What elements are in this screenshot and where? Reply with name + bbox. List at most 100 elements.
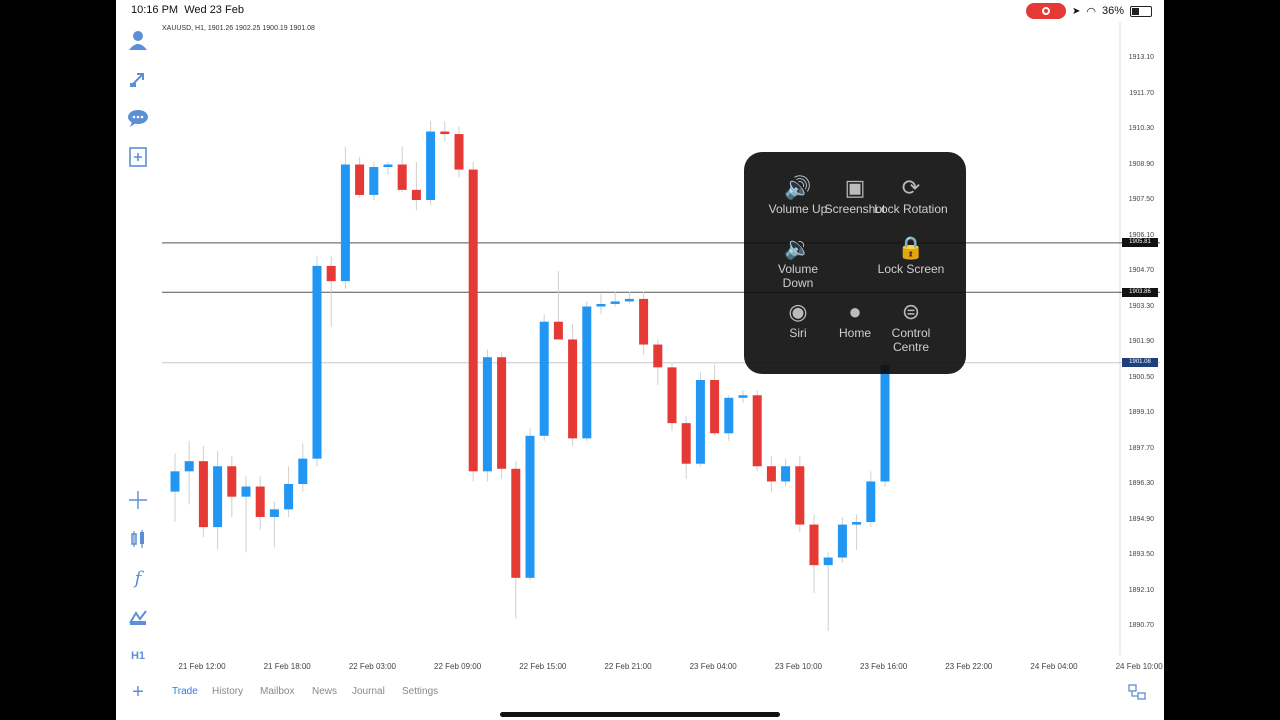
candle-body (667, 367, 677, 424)
tab-settings[interactable]: Settings (402, 686, 438, 697)
chat-icon[interactable] (126, 106, 150, 130)
candle (326, 255, 336, 327)
price-chart[interactable] (116, 0, 1164, 682)
y-tick-label: 1897.70 (1128, 444, 1154, 452)
lock-screen-button[interactable]: 🔒 Lock Screen (874, 234, 948, 276)
y-tick-label: 1911.70 (1129, 89, 1154, 97)
home-label: Home (838, 326, 871, 340)
tab-mailbox[interactable]: Mailbox (260, 686, 294, 697)
candle-body (497, 357, 507, 469)
lock-screen-icon: 🔒 (897, 235, 925, 260)
tab-trade[interactable]: Trade (172, 686, 198, 697)
candle (823, 552, 833, 632)
candle-body (241, 486, 251, 497)
x-tick-label: 21 Feb 18:00 (263, 662, 311, 671)
plus-icon[interactable]: + (126, 680, 150, 704)
candle (497, 352, 507, 479)
bottom-tab-bar: + Trade History Mailbox News Journal Set… (116, 680, 1164, 705)
y-tick-label: 1907.50 (1128, 196, 1154, 203)
candle (355, 156, 365, 198)
y-tick-label: 1900.50 (1128, 373, 1154, 381)
candle (624, 291, 634, 304)
home-indicator[interactable] (500, 712, 780, 717)
y-tick-label: 1899.10 (1128, 409, 1154, 416)
crosshair-icon[interactable] (126, 488, 150, 512)
candle (695, 372, 705, 467)
candle-body (198, 461, 208, 528)
candle-body (568, 339, 578, 439)
candle-body (681, 423, 691, 464)
candle (752, 390, 762, 472)
candle (298, 443, 308, 492)
candle (866, 471, 876, 528)
candle (610, 291, 620, 307)
candle-body (298, 458, 308, 484)
new-order-icon[interactable] (126, 145, 150, 169)
price-level-tag: 1903.86 (1122, 287, 1158, 297)
tab-news[interactable]: News (312, 686, 337, 697)
timeframe-button[interactable]: H1 (126, 644, 150, 668)
candle (440, 121, 450, 142)
y-tick-label: 1910.30 (1128, 125, 1154, 132)
candle-body (809, 524, 819, 566)
tab-history[interactable]: History (212, 686, 243, 697)
indicator-icon[interactable] (126, 527, 150, 551)
candle-body (227, 466, 237, 497)
candle-body (170, 471, 180, 492)
candle-body (184, 461, 194, 472)
candle (525, 428, 535, 581)
candle (340, 146, 350, 289)
candle (511, 461, 521, 619)
candle (681, 415, 691, 479)
candle (553, 271, 563, 340)
candle (241, 476, 251, 553)
candle (383, 161, 393, 175)
candle (539, 314, 549, 441)
volume-down-button[interactable]: 🔉 Volume Down (761, 234, 835, 290)
candle (667, 362, 677, 431)
lock-rotation-icon: ⟳ (901, 175, 921, 200)
x-tick-label: 23 Feb 22:00 (945, 662, 993, 671)
candle-body (582, 306, 592, 439)
y-tick-label: 1894.90 (1128, 515, 1154, 523)
candle-body (312, 265, 322, 459)
candle-body (411, 189, 421, 200)
x-tick-label: 22 Feb 15:00 (519, 662, 567, 671)
candle (596, 293, 606, 315)
candle-body (383, 164, 393, 168)
tab-journal[interactable]: Journal (352, 686, 385, 697)
split-view-icon[interactable] (1128, 684, 1146, 705)
account-icon[interactable] (126, 28, 150, 52)
candle-body (468, 169, 478, 472)
candle (369, 161, 379, 200)
function-icon[interactable]: f (126, 566, 150, 590)
candle-body (624, 298, 634, 302)
candle-body (795, 466, 805, 525)
y-tick-label: 1892.10 (1128, 586, 1154, 594)
candle (482, 349, 492, 482)
candle-body (710, 380, 720, 434)
candle-body (695, 380, 705, 464)
control-centre-icon: ⊜ (901, 299, 921, 324)
candle (312, 255, 322, 467)
trade-arrow-icon[interactable] (126, 67, 150, 91)
candle (852, 514, 862, 550)
objects-icon[interactable] (126, 605, 150, 629)
control-centre-button[interactable]: ⊜ Control Centre (874, 298, 948, 354)
candle-body (639, 298, 649, 345)
lock-rotation-button[interactable]: ⟳ Lock Rotation (874, 174, 948, 216)
control-centre-label: Control Centre (891, 326, 931, 354)
candle (284, 466, 294, 517)
left-toolbar: f H1 (116, 22, 160, 712)
candle (781, 458, 791, 487)
x-tick-label: 22 Feb 09:00 (434, 662, 482, 671)
candle (809, 514, 819, 594)
candle-body (738, 395, 748, 398)
candle (227, 456, 237, 517)
candle-body (752, 395, 762, 467)
candle-body (355, 164, 365, 195)
candle-body (781, 466, 791, 482)
x-tick-label: 24 Feb 04:00 (1030, 662, 1078, 671)
chart-symbol-header: XAUUSD, H1, 1901.26 1902.25 1900.19 1901… (162, 25, 315, 32)
app-screen: 10:16 PM Wed 23 Feb ➤ ◠ 36% XAUUSD, H1, … (116, 0, 1164, 720)
